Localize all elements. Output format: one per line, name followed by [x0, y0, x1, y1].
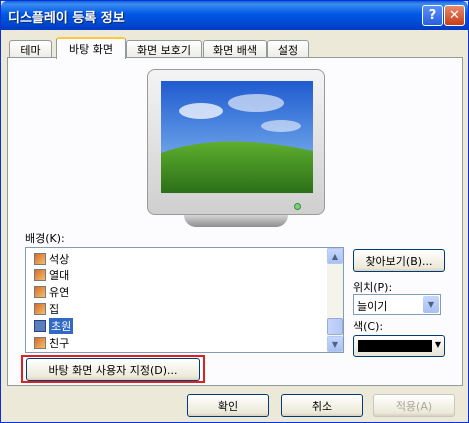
tab-settings[interactable]: 설정	[267, 40, 309, 58]
image-file-icon	[34, 303, 46, 315]
wallpaper-preview	[161, 81, 313, 193]
title-bar[interactable]: 디스플레이 등록 정보 ? ✕	[1, 1, 468, 30]
monitor-preview	[147, 69, 325, 229]
color-swatch	[358, 340, 432, 352]
display-properties-window: 디스플레이 등록 정보 ? ✕ 테마 바탕 화면 화면 보호기 화면 배색 설정	[0, 0, 469, 423]
scroll-down-button[interactable]: ▼	[327, 336, 343, 352]
position-value: 늘이기	[357, 300, 388, 313]
power-led-icon	[294, 203, 301, 210]
tab-screensaver[interactable]: 화면 보호기	[126, 40, 202, 58]
help-button[interactable]: ?	[422, 5, 443, 26]
position-select[interactable]: 늘이기 ▼	[353, 294, 441, 315]
apply-button[interactable]: 적용(A)	[373, 394, 455, 417]
list-scrollbar[interactable]: ▲ ▼	[327, 248, 343, 352]
list-item-selected[interactable]: 초원	[34, 318, 74, 334]
ok-button[interactable]: 확인	[187, 394, 269, 417]
list-item[interactable]: 집	[34, 301, 59, 317]
background-list[interactable]: 석상 열대 유연 집 초원 친구 ▲ ▼	[25, 247, 344, 353]
browse-button[interactable]: 찾아보기(B)...	[353, 249, 445, 272]
scroll-up-button[interactable]: ▲	[327, 248, 343, 264]
list-item[interactable]: 친구	[34, 335, 69, 351]
tab-theme[interactable]: 테마	[9, 40, 52, 58]
list-item[interactable]: 열대	[34, 267, 69, 283]
cancel-button[interactable]: 취소	[281, 394, 363, 417]
image-file-icon	[34, 253, 46, 265]
scroll-thumb[interactable]	[327, 318, 343, 335]
background-label: 배경(K):	[25, 232, 65, 245]
list-item[interactable]: 유연	[34, 284, 69, 300]
window-title: 디스플레이 등록 정보	[8, 11, 125, 26]
image-file-icon	[34, 320, 46, 332]
color-picker-button[interactable]: ▼	[353, 335, 445, 357]
monitor-bezel	[147, 69, 325, 215]
image-file-icon	[34, 337, 46, 349]
list-item[interactable]: 석상	[34, 251, 69, 267]
position-label: 위치(P):	[353, 281, 393, 294]
tab-appearance[interactable]: 화면 배색	[203, 40, 267, 58]
tab-desktop[interactable]: 바탕 화면	[56, 37, 126, 59]
customize-desktop-button[interactable]: 바탕 화면 사용자 지정(D)...	[26, 358, 200, 381]
chevron-down-icon: ▼	[434, 340, 441, 349]
monitor-stand	[184, 215, 288, 227]
image-file-icon	[34, 286, 46, 298]
image-file-icon	[34, 269, 46, 281]
color-label: 색(C):	[353, 320, 384, 333]
chevron-down-icon[interactable]: ▼	[423, 296, 439, 313]
wallpaper-image	[161, 81, 313, 193]
close-button[interactable]: ✕	[444, 5, 465, 26]
